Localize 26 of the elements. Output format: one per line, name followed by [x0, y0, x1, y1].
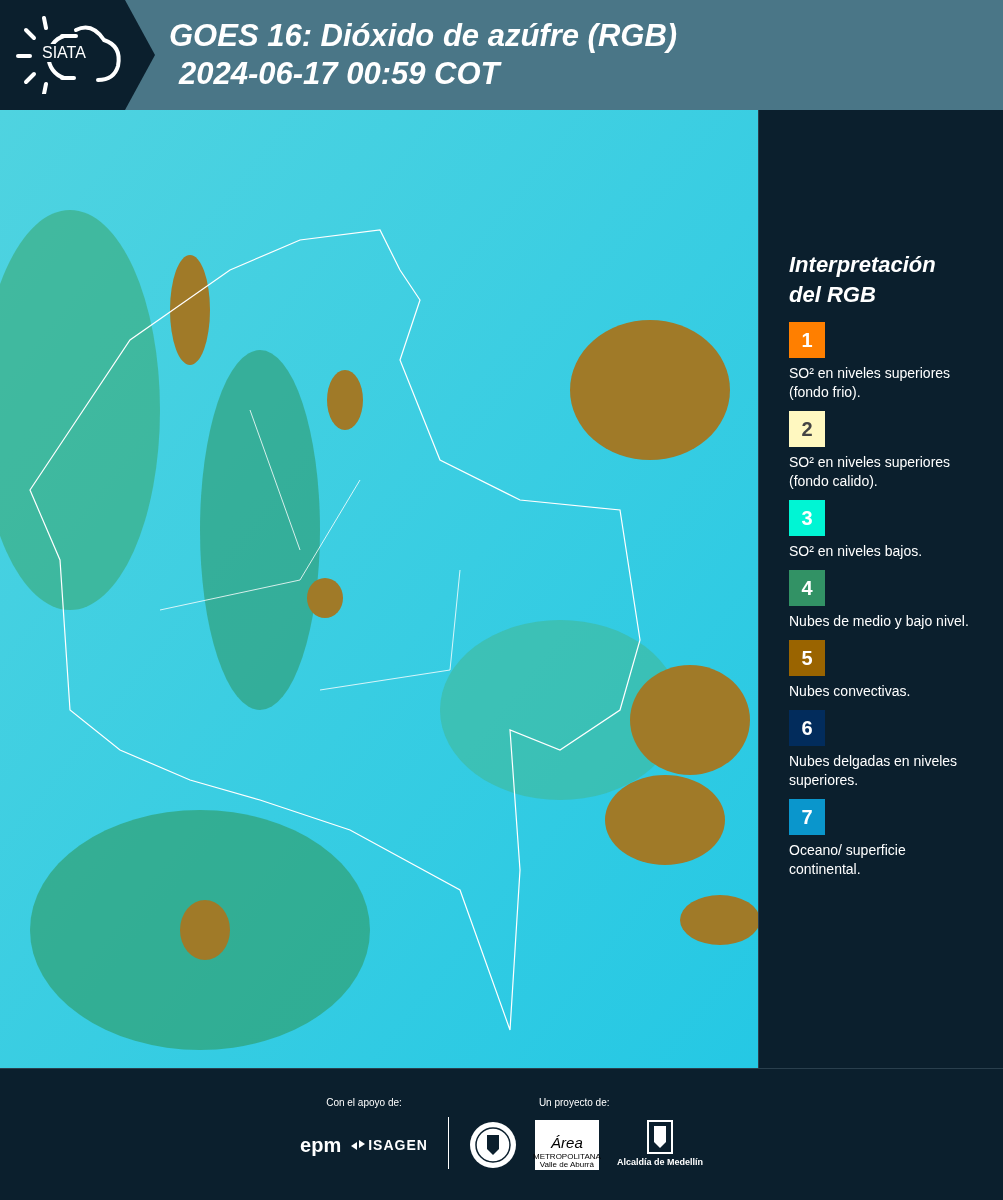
legend-swatch: 2	[789, 411, 825, 447]
legend-text: Nubes de medio y bajo nivel.	[789, 612, 970, 631]
legend-text: Oceano/ superficie continental.	[789, 841, 907, 879]
legend-text: SO² en niveles bajos.	[789, 542, 924, 561]
legend-swatch: 4	[789, 570, 825, 606]
page-title: GOES 16: Dióxido de azúfre (RGB)	[169, 17, 678, 55]
shield-icon	[646, 1120, 673, 1155]
legend-swatch: 3	[789, 500, 825, 536]
triangle-logo-icon	[351, 1138, 366, 1152]
legend-swatch: 6	[789, 710, 825, 746]
seal-icon	[468, 1121, 517, 1169]
legend-text: SO² en niveles superiores (fondo frio).	[789, 364, 952, 402]
logo-text: SIATA	[40, 44, 88, 62]
legend-swatch: 1	[789, 322, 825, 358]
legend-text: SO² en niveles superiores (fondo calido).	[789, 453, 952, 491]
legend-swatch: 5	[789, 640, 825, 676]
project-label: Un proyecto de:	[538, 1096, 611, 1110]
legend-title: Interpretación del RGB	[789, 251, 937, 309]
legend-text: Nubes delgadas en niveles superiores.	[789, 752, 959, 790]
support-label: Con el apoyo de:	[326, 1096, 402, 1110]
alcaldia-logo-text: Alcaldía de Medellín	[616, 1156, 703, 1170]
epm-logo: epm	[300, 1133, 342, 1158]
legend-swatch: 7	[789, 799, 825, 835]
legend-text: Nubes convectivas.	[789, 682, 912, 701]
isagen-logo: ISAGEN	[368, 1135, 428, 1155]
timestamp: 2024-06-17 00:59 COT	[177, 55, 503, 93]
